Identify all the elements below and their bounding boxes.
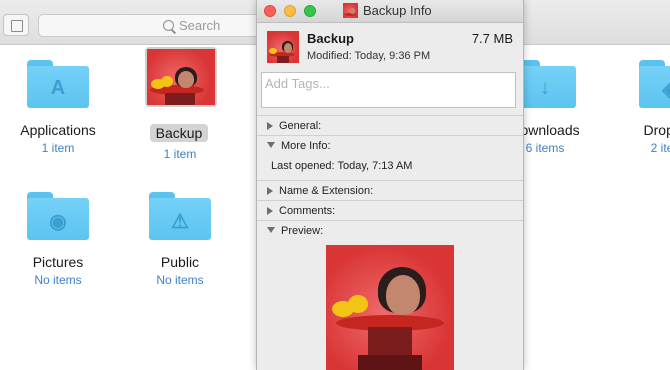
last-opened: Last opened: Today, 7:13 AM [271, 160, 413, 172]
section-label: Name & Extension: [279, 185, 374, 197]
window-title: Backup Info [363, 3, 432, 18]
section-preview[interactable]: Preview: [257, 220, 523, 241]
item-name: Applications [20, 122, 96, 138]
section-name-extension[interactable]: Name & Extension: [257, 180, 523, 201]
item-name: Pictures [32, 254, 84, 270]
tags-placeholder: Add Tags... [265, 76, 330, 91]
item-name-selected[interactable]: Backup [150, 124, 208, 142]
info-window: Backup Info Backup 7.7 MB Modified: Toda… [256, 0, 524, 370]
search-icon [163, 20, 174, 31]
item-name: Public [160, 254, 200, 270]
tags-input[interactable]: Add Tags... [261, 72, 516, 108]
disclosure-expanded-icon [267, 227, 275, 233]
disclosure-collapsed-icon [267, 207, 273, 215]
section-general[interactable]: General: [257, 115, 523, 136]
folder-dropbox[interactable]: ◈ Dropbox 2 items [605, 60, 670, 155]
item-count: 1 item [163, 147, 197, 161]
section-label: General: [279, 120, 322, 132]
title-bar: Backup Info [257, 0, 523, 23]
file-name: Backup [307, 31, 354, 46]
disclosure-collapsed-icon [267, 187, 273, 195]
public-folder-icon: ⚠ [171, 211, 189, 233]
folder-pictures[interactable]: ◉ Pictures No items [0, 192, 123, 287]
section-label: Comments: [279, 205, 336, 217]
photo-thumbnail [147, 49, 215, 105]
preview-image [326, 245, 454, 370]
item-count: 1 item [41, 141, 75, 155]
disclosure-collapsed-icon [267, 122, 273, 130]
folder-applications[interactable]: A Applications 1 item [0, 60, 123, 155]
dropbox-folder-icon: ◈ [662, 79, 670, 101]
search-placeholder: Search [179, 18, 221, 33]
view-mode-icon [11, 20, 23, 32]
item-count: No items [156, 273, 204, 287]
folder-public[interactable]: ⚠ Public No items [115, 192, 245, 287]
file-icon [343, 3, 358, 18]
zoom-button[interactable] [304, 5, 316, 17]
section-label: Preview: [281, 225, 324, 237]
file-thumbnail-icon [267, 31, 299, 63]
file-size: 7.7 MB [471, 31, 513, 46]
app-store-folder-icon: A [50, 77, 66, 99]
modified-date: Modified: Today, 9:36 PM [307, 50, 431, 62]
item-count: No items [34, 273, 82, 287]
view-mode-button[interactable] [3, 14, 29, 36]
backup-thumbnail[interactable] [145, 47, 217, 107]
section-comments[interactable]: Comments: [257, 200, 523, 221]
camera-folder-icon: ◉ [49, 211, 67, 233]
close-button[interactable] [264, 5, 276, 17]
minimize-button[interactable] [284, 5, 296, 17]
section-label: More Info: [281, 140, 331, 152]
disclosure-expanded-icon [267, 142, 275, 148]
item-name: Dropbox [643, 122, 670, 138]
item-count: 2 items [650, 141, 670, 155]
search-field[interactable]: Search [38, 14, 268, 37]
section-more-info[interactable]: More Info: [257, 135, 523, 180]
